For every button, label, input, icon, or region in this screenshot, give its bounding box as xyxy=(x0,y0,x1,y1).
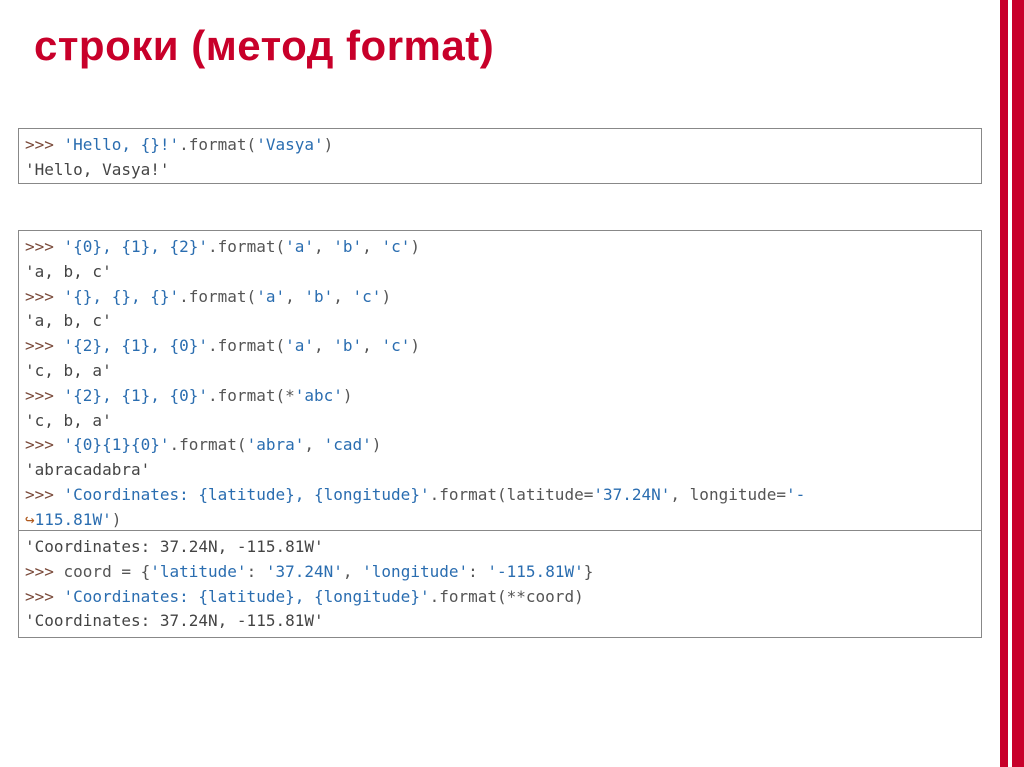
method-call: .format(**coord) xyxy=(430,587,584,606)
arg: 'c' xyxy=(353,287,382,306)
method-call: .format( xyxy=(179,287,256,306)
string-literal: '{}, {}, {}' xyxy=(64,287,180,306)
string-literal: '{0}{1}{0}' xyxy=(64,435,170,454)
comma: , longitude= xyxy=(670,485,786,504)
prompt: >>> xyxy=(25,386,64,405)
arg: 'Vasya' xyxy=(256,135,323,154)
output: 'abracadabra' xyxy=(25,460,150,479)
arg: 'b' xyxy=(333,336,362,355)
brace-close: } xyxy=(584,562,594,581)
comma: , xyxy=(285,287,304,306)
method-call: .format( xyxy=(208,336,285,355)
arg: 115.81W' xyxy=(35,510,112,529)
prompt: >>> xyxy=(25,287,64,306)
prompt: >>> xyxy=(25,237,64,256)
arg: 'abc' xyxy=(295,386,343,405)
string-literal: 'Coordinates: {latitude}, {longitude}' xyxy=(64,587,430,606)
arg: 'b' xyxy=(304,287,333,306)
string-literal: '{0}, {1}, {2}' xyxy=(64,237,209,256)
dict-val: '-115.81W' xyxy=(487,562,583,581)
prompt: >>> xyxy=(25,562,64,581)
accent-stripe xyxy=(1000,0,1012,767)
code-block-3: 'Coordinates: 37.24N, -115.81W' >>> coor… xyxy=(18,530,982,638)
paren-close: ) xyxy=(324,135,334,154)
paren-close: ) xyxy=(343,386,353,405)
colon: : xyxy=(247,562,266,581)
comma: , xyxy=(362,336,381,355)
method-call: .format(latitude= xyxy=(430,485,594,504)
prompt: >>> xyxy=(25,336,64,355)
method-call: .format(* xyxy=(208,386,295,405)
comma: , xyxy=(343,562,362,581)
arg: '37.24N' xyxy=(593,485,670,504)
comma: , xyxy=(333,287,352,306)
paren-close: ) xyxy=(381,287,391,306)
output: 'a, b, c' xyxy=(25,262,112,281)
output: 'c, b, a' xyxy=(25,411,112,430)
arg: '- xyxy=(786,485,805,504)
code-block-2: >>> '{0}, {1}, {2}'.format('a', 'b', 'c'… xyxy=(18,230,982,530)
assign: coord = { xyxy=(64,562,151,581)
output: 'Hello, Vasya!' xyxy=(25,160,170,179)
method-call: .format( xyxy=(208,237,285,256)
arg: 'cad' xyxy=(324,435,372,454)
arg: 'a' xyxy=(256,287,285,306)
method-call: .format( xyxy=(170,435,247,454)
paren-close: ) xyxy=(112,510,122,529)
continuation-icon: ↪ xyxy=(25,510,35,529)
comma: , xyxy=(314,237,333,256)
colon: : xyxy=(468,562,487,581)
slide-title: строки (метод format) xyxy=(34,22,494,70)
arg: 'c' xyxy=(381,237,410,256)
code-block-1: >>> 'Hello, {}!'.format('Vasya') 'Hello,… xyxy=(18,128,982,184)
string-literal: '{2}, {1}, {0}' xyxy=(64,336,209,355)
slide: строки (метод format) >>> 'Hello, {}!'.f… xyxy=(0,0,1024,767)
prompt: >>> xyxy=(25,587,64,606)
method-call: .format( xyxy=(179,135,256,154)
string-literal: '{2}, {1}, {0}' xyxy=(64,386,209,405)
arg: 'a' xyxy=(285,336,314,355)
arg: 'abra' xyxy=(247,435,305,454)
output: 'c, b, a' xyxy=(25,361,112,380)
output: 'Coordinates: 37.24N, -115.81W' xyxy=(25,611,324,630)
string-literal: 'Hello, {}!' xyxy=(64,135,180,154)
arg: 'b' xyxy=(333,237,362,256)
paren-close: ) xyxy=(410,336,420,355)
prompt: >>> xyxy=(25,435,64,454)
output: 'a, b, c' xyxy=(25,311,112,330)
output: 'Coordinates: 37.24N, -115.81W' xyxy=(25,537,324,556)
dict-key: 'latitude' xyxy=(150,562,246,581)
dict-val: '37.24N' xyxy=(266,562,343,581)
arg: 'a' xyxy=(285,237,314,256)
comma: , xyxy=(304,435,323,454)
prompt: >>> xyxy=(25,135,64,154)
comma: , xyxy=(362,237,381,256)
string-literal: 'Coordinates: {latitude}, {longitude}' xyxy=(64,485,430,504)
dict-key: 'longitude' xyxy=(362,562,468,581)
paren-close: ) xyxy=(410,237,420,256)
prompt: >>> xyxy=(25,485,64,504)
comma: , xyxy=(314,336,333,355)
paren-close: ) xyxy=(372,435,382,454)
arg: 'c' xyxy=(381,336,410,355)
